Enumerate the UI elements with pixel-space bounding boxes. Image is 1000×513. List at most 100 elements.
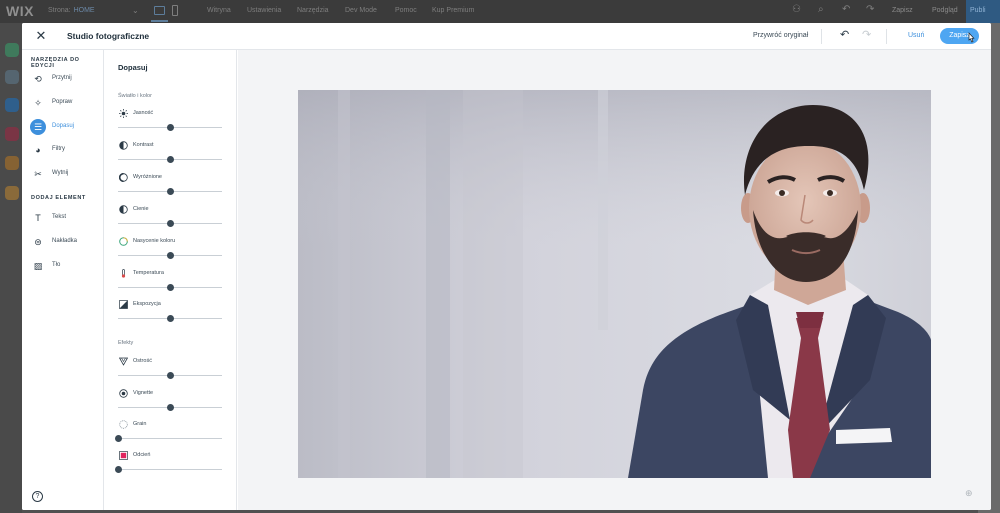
overlay-icon: ⊜ xyxy=(34,237,42,247)
sharpen-icon xyxy=(119,357,128,366)
adjust-panel: Dopasuj Światło i kolor Jasność Kontrast… xyxy=(105,50,237,510)
slider-sharpen: Ostrość xyxy=(118,357,224,385)
menu-settings[interactable]: Ustawienia xyxy=(247,7,281,14)
slider-label: Wyróżnione xyxy=(133,174,162,180)
slider-label: Temperatura xyxy=(133,270,164,276)
collaborators-icon[interactable]: ⚇ xyxy=(792,5,801,15)
tool-adjust[interactable]: ☰ Dopasuj xyxy=(22,116,104,138)
portrait-photo[interactable] xyxy=(298,90,931,478)
header-divider xyxy=(886,29,887,44)
redo-icon[interactable]: ↷ xyxy=(862,29,871,41)
page-selector[interactable]: Strona: HOME ⌄ xyxy=(48,6,139,15)
slider-label: Nasycenie koloru xyxy=(133,238,176,244)
tool-background[interactable]: ▨ Tło xyxy=(22,255,104,277)
close-icon[interactable]: ✕ xyxy=(34,29,48,43)
editor-topbar: WIX Strona: HOME ⌄ Witryna Ustawienia Nar… xyxy=(0,0,1000,23)
page-selector-value: HOME xyxy=(73,7,95,14)
page-selector-label: Strona: xyxy=(48,7,71,14)
filters-icon: ◕ xyxy=(35,145,41,155)
slider-handle[interactable] xyxy=(167,124,174,131)
slider-contrast: Kontrast xyxy=(118,141,224,169)
modal-title: Studio fotograficzne xyxy=(67,31,150,41)
brightness-icon xyxy=(119,109,128,118)
design-icon[interactable] xyxy=(5,70,19,84)
add-element-heading: DODAJ ELEMENT xyxy=(31,195,86,201)
thermometer-icon xyxy=(121,269,126,278)
tint-icon xyxy=(119,451,128,460)
slider-tint: Odcień xyxy=(115,451,224,479)
remove-button[interactable]: Usuń xyxy=(908,32,924,39)
slider-vignette: Vignette xyxy=(118,389,224,417)
tool-enhance[interactable]: ✧ Popraw xyxy=(22,92,104,114)
slider-label: Ostrość xyxy=(133,358,152,364)
undo-icon[interactable]: ↶ xyxy=(842,5,850,15)
slider-handle[interactable] xyxy=(167,220,174,227)
add-icon[interactable] xyxy=(5,98,19,112)
slider-saturation: Nasycenie koloru xyxy=(118,237,224,265)
tool-text[interactable]: T Tekst xyxy=(22,207,104,229)
menu-site[interactable]: Witryna xyxy=(207,7,231,14)
tint-swatch xyxy=(120,452,127,459)
text-icon: T xyxy=(35,213,41,223)
vignette-icon xyxy=(119,389,128,398)
slider-temperature: Temperatura xyxy=(118,269,224,297)
help-icon[interactable]: ? xyxy=(32,491,43,502)
slider-exposure: Ekspozycja xyxy=(118,300,224,328)
menu-dev-mode[interactable]: Dev Mode xyxy=(345,7,377,14)
slider-handle[interactable] xyxy=(115,435,122,442)
slider-track[interactable] xyxy=(118,438,222,439)
slider-highlights: Wyróżnione xyxy=(118,173,224,201)
apps-icon[interactable] xyxy=(5,127,19,141)
media-icon[interactable] xyxy=(5,156,19,170)
slider-label: Grain xyxy=(133,421,147,427)
crop-icon: ⟲ xyxy=(34,74,42,84)
blog-icon[interactable] xyxy=(5,186,19,200)
adjust-panel-title: Dopasuj xyxy=(118,63,148,72)
grain-icon xyxy=(119,420,128,429)
slider-handle[interactable] xyxy=(167,372,174,379)
zoom-icon[interactable]: ⊕ xyxy=(965,488,973,499)
pages-icon[interactable] xyxy=(5,43,19,57)
tool-label: Tekst xyxy=(52,214,67,220)
editor-left-rail xyxy=(0,23,22,513)
slider-handle[interactable] xyxy=(167,252,174,259)
slider-handle[interactable] xyxy=(167,156,174,163)
slider-label: Vignette xyxy=(133,390,154,396)
desktop-view-icon[interactable] xyxy=(154,6,165,15)
topbar-preview-link[interactable]: Podgląd xyxy=(932,7,958,14)
revert-original-button[interactable]: Przywróć oryginał xyxy=(753,32,808,39)
search-icon[interactable]: ⌕ xyxy=(818,5,824,15)
effects-heading: Efekty xyxy=(118,340,134,346)
tool-filters[interactable]: ◕ Filtry xyxy=(22,139,104,161)
slider-label: Jasność xyxy=(133,110,154,116)
menu-upgrade[interactable]: Kup Premium xyxy=(432,7,474,14)
slider-handle[interactable] xyxy=(167,315,174,322)
photo-canvas: ⊕ xyxy=(238,50,991,510)
mouse-pointer-icon xyxy=(968,32,975,43)
contrast-icon xyxy=(119,141,128,150)
tool-crop[interactable]: ⟲ Przytnij xyxy=(22,68,104,90)
slider-handle[interactable] xyxy=(167,284,174,291)
tool-label: Przytnij xyxy=(52,75,72,81)
slider-handle[interactable] xyxy=(167,188,174,195)
desktop-view-indicator xyxy=(151,20,168,22)
undo-icon[interactable]: ↶ xyxy=(840,29,849,41)
slider-handle[interactable] xyxy=(167,404,174,411)
tool-label: Wytnij xyxy=(52,170,69,176)
topbar-save-link[interactable]: Zapisz xyxy=(892,7,913,14)
highlights-icon xyxy=(119,173,128,182)
tool-cutout[interactable]: ✂ Wytnij xyxy=(22,163,104,185)
slider-handle[interactable] xyxy=(115,466,122,473)
redo-icon[interactable]: ↷ xyxy=(866,5,874,15)
publish-button[interactable]: Publi xyxy=(966,0,1000,23)
mobile-view-icon[interactable] xyxy=(172,5,178,16)
slider-brightness: Jasność xyxy=(118,109,224,137)
magic-wand-icon: ✧ xyxy=(34,98,42,108)
slider-track[interactable] xyxy=(118,469,222,470)
header-divider xyxy=(821,29,822,44)
tools-sidebar: NARZĘDZIA DO EDYCJI ⟲ Przytnij ✧ Popraw … xyxy=(22,50,104,510)
tool-overlay[interactable]: ⊜ Nakładka xyxy=(22,231,104,253)
menu-help[interactable]: Pomoc xyxy=(395,7,417,14)
light-color-heading: Światło i kolor xyxy=(118,93,152,99)
menu-tools[interactable]: Narzędzia xyxy=(297,7,329,14)
